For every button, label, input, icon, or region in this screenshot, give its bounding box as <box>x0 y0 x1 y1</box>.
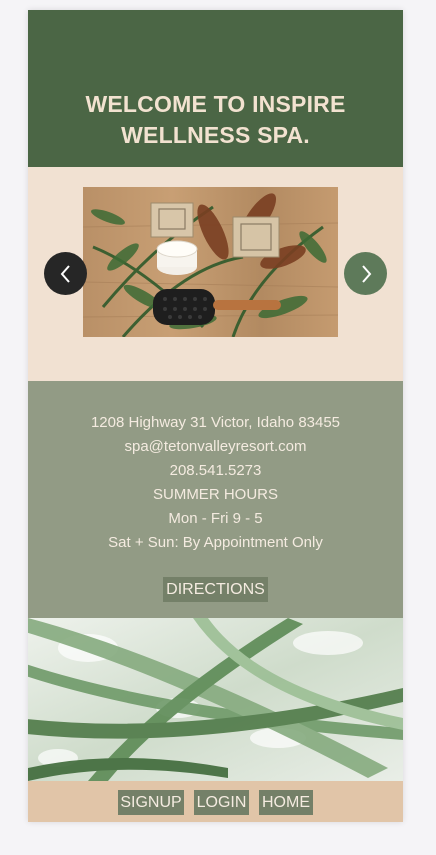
chevron-right-icon <box>361 264 371 283</box>
hero-title-line-2: WELLNESS SPA. <box>121 122 310 148</box>
palm-leaves-image <box>28 618 403 781</box>
signup-button[interactable]: SIGNUP <box>118 790 184 815</box>
weekend-hours-text: Sat + Sun: By Appointment Only <box>108 534 323 551</box>
weekday-hours-text: Mon - Fri 9 - 5 <box>168 510 263 527</box>
footer-nav: SIGNUP LOGIN HOME <box>28 781 403 822</box>
phone-frame: WELCOME TO INSPIRE WELLNESS SPA. 1208 Hi… <box>28 10 403 822</box>
carousel-prev-button[interactable] <box>44 252 87 295</box>
email-text[interactable]: spa@tetonvalleyresort.com <box>28 435 403 459</box>
address-text: 1208 Highway 31 Victor, Idaho 83455 <box>90 414 341 431</box>
image-carousel <box>28 167 403 381</box>
phone-text[interactable]: 208.541.5273 <box>28 459 403 483</box>
hero-title: WELCOME TO INSPIRE WELLNESS SPA. <box>28 89 403 151</box>
contact-details: 1208 Highway 31 Victor, Idaho 83455 spa@… <box>28 411 403 555</box>
carousel-next-button[interactable] <box>344 252 387 295</box>
login-button[interactable]: LOGIN <box>194 790 249 815</box>
palm-leaves-photo <box>28 618 403 781</box>
hero-title-line-1: WELCOME TO INSPIRE <box>85 91 346 117</box>
hero-header: WELCOME TO INSPIRE WELLNESS SPA. <box>28 10 403 167</box>
spa-products-photo <box>83 193 338 337</box>
carousel-slide-image <box>83 187 338 337</box>
chevron-left-icon <box>60 264 70 283</box>
home-button[interactable]: HOME <box>259 790 313 815</box>
directions-button[interactable]: DIRECTIONS <box>163 577 268 602</box>
hours-title: SUMMER HOURS <box>152 486 278 503</box>
contact-info-section: 1208 Highway 31 Victor, Idaho 83455 spa@… <box>28 381 403 618</box>
